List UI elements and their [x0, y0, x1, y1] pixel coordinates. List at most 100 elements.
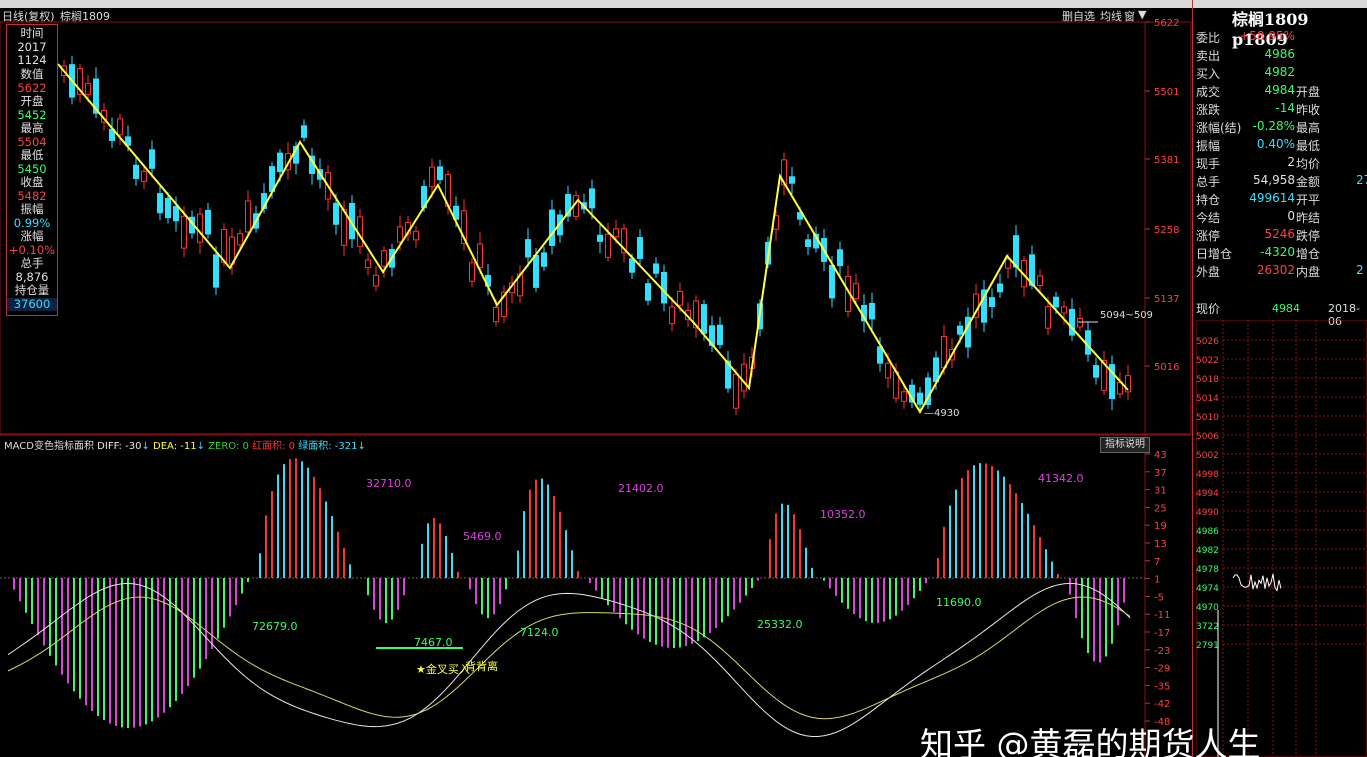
close-label: 收盘: [20, 175, 44, 189]
candle-body: [669, 306, 675, 325]
candle-body: [1013, 235, 1019, 268]
candle-body: [741, 363, 747, 392]
price-axis-tick: 5501: [1154, 87, 1179, 98]
macd-axis-tick: 31: [1154, 486, 1167, 497]
mini-axis-tick: 5006: [1196, 432, 1219, 442]
now-price-label: 现价: [1196, 302, 1221, 316]
indicator-help-button[interactable]: 指标说明: [1100, 437, 1150, 453]
quote-row-value: 4986: [1264, 47, 1295, 61]
candle-body: [885, 362, 891, 379]
quote-row-label2: 最高: [1296, 121, 1321, 135]
mini-axis-tick: 5002: [1196, 451, 1219, 461]
macd-axis-tick: 19: [1154, 521, 1167, 532]
low-note: —4930: [924, 408, 959, 419]
quote-row-value: 499614: [1249, 191, 1295, 205]
macd-axis-tick: -29: [1154, 664, 1170, 675]
macd-axis-tick: 7: [1154, 557, 1160, 568]
quote-row-label2: 均价: [1296, 157, 1321, 171]
quote-row-value: -14: [1275, 101, 1295, 115]
oi-label: 持仓量: [14, 283, 50, 297]
candle-body: [1045, 306, 1051, 329]
candle-body: [117, 118, 123, 136]
macd-axis-tick: -11: [1154, 610, 1170, 621]
mini-axis-tick: 5014: [1196, 394, 1219, 404]
low-label: 最低: [20, 148, 44, 162]
candle-body: [437, 166, 443, 181]
candle-body: [477, 243, 483, 269]
quote-row-value: 0.40%: [1256, 137, 1295, 151]
quote-row-label2: 金额: [1296, 175, 1321, 189]
price-axis-tick: 5258: [1154, 225, 1179, 236]
quote-row-value: 5246: [1264, 227, 1295, 241]
quote-row: 买入 4982: [1196, 64, 1367, 82]
mini-axis-tick: 4990: [1196, 508, 1219, 518]
quote-row-value: 4982: [1264, 65, 1295, 79]
candle-body: [605, 233, 611, 258]
golden-cross-note: ★金叉买入: [416, 662, 470, 676]
candle-body: [869, 302, 875, 320]
quote-row-label: 外盘: [1196, 265, 1221, 279]
macd-axis-tick: -17: [1154, 628, 1170, 639]
quote-row-label: 总手: [1196, 175, 1221, 189]
macd-axis-tick: 37: [1154, 468, 1167, 479]
candle-body: [645, 283, 651, 301]
dea-legend: DEA: -11: [153, 441, 197, 452]
macd-axis-tick: 13: [1154, 539, 1167, 550]
quote-row-label2: 昨结: [1296, 211, 1321, 225]
mini-axis-tick: 5010: [1196, 413, 1219, 423]
candle-body: [197, 213, 203, 243]
crosshair-info-box: 时间 2017 1124 数值 5622 开盘 5452 最高 5504 最低 …: [6, 24, 58, 316]
quote-row-label2: 开平: [1296, 193, 1321, 207]
macd-legend: MACD变色指标面积 DIFF: -30↓ DEA: -11↓ ZERO: 0 …: [4, 441, 366, 452]
candle-body: [717, 324, 723, 346]
mini-axis-tick: 5022: [1196, 356, 1219, 366]
quote-row-label: 振幅: [1196, 139, 1221, 153]
mini-axis-tick: 2791: [1196, 641, 1219, 651]
candle-body: [549, 209, 555, 246]
candle-body: [173, 206, 179, 222]
quote-row: 成交 4984 开盘: [1196, 82, 1367, 100]
macd-axis-tick: -35: [1154, 681, 1170, 692]
quote-row-value: 2: [1287, 155, 1295, 169]
candle-body: [165, 197, 171, 219]
candle-body: [205, 209, 211, 235]
candle-body: [933, 357, 939, 383]
candle-body: [917, 392, 923, 405]
candle-body: [661, 271, 667, 304]
candle-body: [805, 239, 811, 247]
value-label: 数值: [20, 67, 44, 81]
candle-body: [373, 274, 379, 287]
watermark-text: 知乎 @黄磊的期货人生: [920, 725, 1261, 757]
quote-row: 持仓 499614 开平: [1196, 190, 1367, 208]
quote-row-value: 26302: [1256, 263, 1295, 277]
quote-row-label: 委比: [1196, 31, 1221, 45]
candle-body: [333, 202, 339, 225]
quote-row-value2: 2: [1356, 263, 1364, 277]
quote-row: 振幅 0.40% 最低: [1196, 136, 1367, 154]
high-note: 5094~509: [1100, 310, 1153, 321]
change-label: 涨幅: [20, 229, 44, 243]
candle-body: [493, 306, 499, 323]
quote-row-label: 买入: [1196, 67, 1221, 81]
date-value: 1124: [17, 53, 47, 67]
candle-body: [213, 254, 219, 288]
volume-label: 总手: [20, 256, 44, 270]
mini-axis-tick: 4978: [1196, 565, 1219, 575]
mini-axis-tick: 4998: [1196, 470, 1219, 480]
quote-row: 涨跌 -14 昨收: [1196, 100, 1367, 118]
candle-body: [1005, 258, 1011, 269]
intraday-price-line: [1232, 573, 1282, 592]
candle-body: [1053, 296, 1059, 308]
candle-body: [901, 391, 907, 402]
candle-body: [837, 249, 843, 267]
candle-body: [85, 83, 91, 95]
zigzag-line: [57, 63, 1129, 415]
open-label: 开盘: [20, 94, 44, 108]
candle-body: [1077, 317, 1083, 328]
quote-row: 涨幅(结) -0.28% 最高: [1196, 118, 1367, 136]
green-area-legend: 绿面积: -321: [298, 441, 358, 452]
quote-row: 卖出 4986: [1196, 46, 1367, 64]
mini-axis-tick: 4974: [1196, 584, 1219, 594]
quote-row-value: 0: [1287, 209, 1295, 223]
price-axis-tick: 5622: [1154, 18, 1179, 29]
